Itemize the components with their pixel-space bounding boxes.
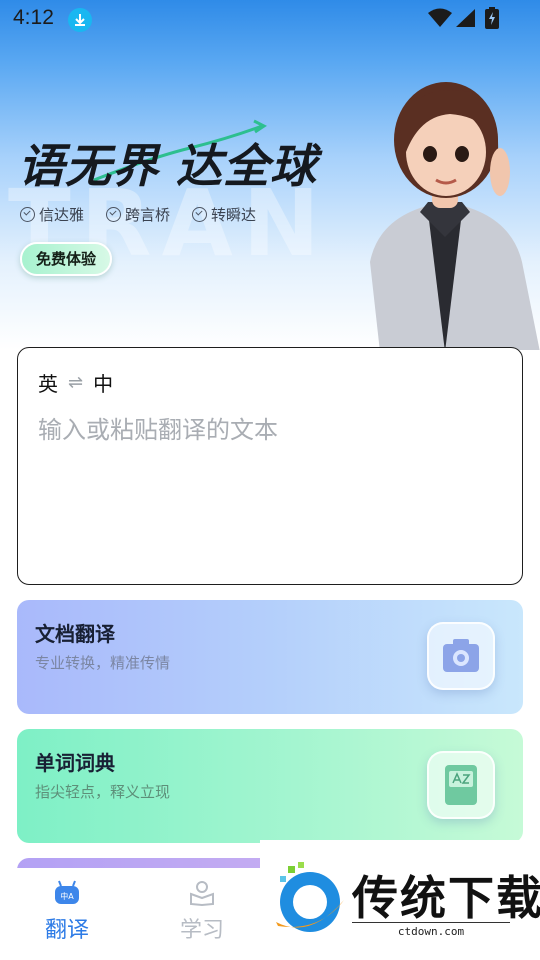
- wifi-icon: [428, 8, 452, 27]
- free-trial-button[interactable]: 免费体验: [20, 242, 112, 276]
- source-language-button[interactable]: 英: [38, 368, 58, 397]
- nav-label: 学习: [179, 918, 224, 943]
- dictionary-book-icon: [427, 751, 495, 819]
- svg-text:中A: 中A: [60, 891, 74, 901]
- feature-subtitle: 专业转换，精准传情: [35, 654, 171, 672]
- word-dictionary-card[interactable]: 单词词典 指尖轻点，释义立现: [17, 729, 523, 843]
- status-bar: 4:12: [0, 0, 540, 38]
- camera-document-icon: [427, 622, 495, 690]
- language-selector: 英 ⇌ 中: [38, 368, 113, 397]
- status-time: 4:12: [13, 6, 54, 29]
- hero-banner[interactable]: TRAN 4:12 语无界 达全球 信达雅 跨言桥 转瞬达 免费体验: [0, 0, 540, 350]
- app-screen: TRAN 4:12 语无界 达全球 信达雅 跨言桥 转瞬达 免费体验 英 ⇌ 中…: [0, 0, 540, 960]
- hero-headline: 语无界 达全球: [18, 139, 318, 193]
- signal-icon: [456, 9, 475, 27]
- translate-robot-icon: 中A: [55, 880, 79, 904]
- document-translation-card[interactable]: 文档翻译 专业转换，精准传情: [17, 600, 523, 714]
- battery-charging-icon: [485, 7, 499, 29]
- learn-reader-icon: [190, 881, 214, 906]
- feature-subtitle: 指尖轻点，释义立现: [35, 783, 171, 801]
- brand-url: ctdown.com: [352, 922, 510, 938]
- site-watermark: 传统下载 ctdown.com: [260, 840, 540, 960]
- check-circle-icon: [106, 207, 122, 222]
- brand-name: 传统下载: [352, 871, 540, 925]
- nav-tab-learn[interactable]: 学习: [162, 880, 242, 944]
- translate-input-card: 英 ⇌ 中: [17, 347, 523, 585]
- check-circle-icon: [20, 207, 35, 222]
- nav-tab-translate[interactable]: 中A 翻译: [27, 880, 107, 944]
- mascot-avatar-illustration: [370, 82, 540, 350]
- source-text-input[interactable]: [38, 410, 498, 560]
- check-circle-icon: [192, 207, 208, 222]
- feature-title: 文档翻译: [35, 622, 115, 646]
- hero-tag: 信达雅: [20, 204, 84, 225]
- hero-tag: 跨言桥: [106, 204, 170, 225]
- hero-tag: 转瞬达: [192, 204, 256, 225]
- download-icon: [68, 8, 92, 32]
- brand-logo-icon: [276, 862, 344, 932]
- nav-label: 翻译: [44, 918, 89, 943]
- target-language-button[interactable]: 中: [93, 368, 113, 397]
- feature-title: 单词词典: [35, 751, 115, 775]
- hero-tags: 信达雅 跨言桥 转瞬达: [20, 204, 256, 225]
- swap-languages-icon[interactable]: ⇌: [68, 372, 83, 393]
